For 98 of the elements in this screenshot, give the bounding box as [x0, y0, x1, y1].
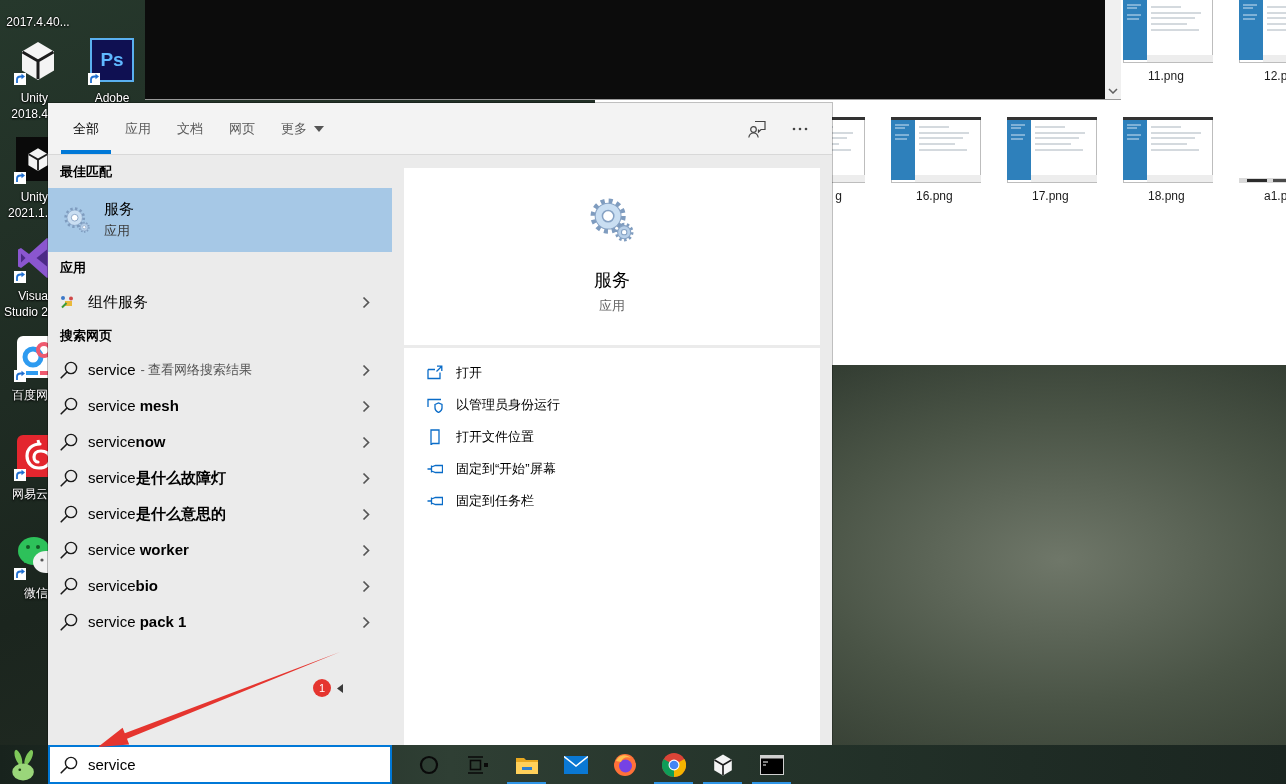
color-wheel-icon: [661, 752, 686, 777]
filter-tab[interactable]: 全部: [61, 103, 111, 154]
icon-label: 微信: [23, 585, 48, 601]
search-icon: [60, 469, 78, 487]
search-icon: [60, 613, 78, 631]
screenshot-thumbnail[interactable]: [891, 117, 981, 183]
gears-icon: [590, 198, 634, 242]
flame-globe-icon: [612, 752, 637, 777]
web-search-item[interactable]: service是什么故障灯: [48, 460, 392, 496]
scroll-down-icon[interactable]: [1108, 88, 1118, 94]
more-options-icon[interactable]: [792, 126, 808, 131]
cube-logo-icon: [711, 753, 734, 776]
chevron-icon: [362, 615, 370, 629]
search-icon: [60, 433, 78, 451]
search-suggestion: servicenow: [88, 431, 166, 452]
web-search-item[interactable]: service - 查看网络搜索结果: [48, 352, 392, 388]
swirl-logo-icon[interactable]: [16, 434, 48, 478]
filter-tab[interactable]: 应用: [113, 103, 163, 154]
result-type: 应用: [104, 222, 131, 240]
filter-tab[interactable]: 网页: [217, 103, 267, 154]
component-icon: [60, 295, 74, 309]
chevron-icon: [362, 579, 370, 593]
file-name: 18.png: [1148, 188, 1185, 205]
search-suggestion: service pack 1: [88, 611, 187, 632]
terminal-icon: [759, 754, 784, 775]
icon-label: 百度网: [11, 387, 48, 403]
document-icon: [427, 429, 443, 445]
chevron-icon: [362, 295, 370, 309]
file-name: a1.p: [1264, 188, 1286, 205]
chevron-icon: [362, 471, 370, 485]
web-search-item[interactable]: service worker: [48, 532, 392, 568]
chevron-icon: [362, 507, 370, 521]
web-search-item[interactable]: servicenow: [48, 424, 392, 460]
chevron-icon: [362, 399, 370, 413]
icon-label: Unity 2018.4: [10, 90, 48, 122]
screenshot-thumbnail[interactable]: [1123, 117, 1213, 183]
pointer-triangle-icon: [337, 684, 343, 693]
search-icon: [60, 577, 78, 595]
icon-label: Visua Studio 2: [2, 288, 48, 320]
web-search-item[interactable]: servicebio: [48, 568, 392, 604]
cube-logo-icon[interactable]: [16, 137, 48, 181]
chevron-icon: [362, 435, 370, 449]
feedback-icon[interactable]: [748, 119, 766, 138]
screenshot-thumbnail[interactable]: [1123, 0, 1213, 63]
envelope-icon: [563, 755, 588, 774]
app-title: 服务: [594, 269, 630, 292]
filter-tab[interactable]: 更多: [269, 103, 336, 154]
search-suggestion: service worker: [88, 539, 189, 560]
action-item[interactable]: 固定到任务栏: [404, 485, 534, 517]
section-header: 应用: [59, 259, 87, 277]
web-search-item[interactable]: service mesh: [48, 388, 392, 424]
open-window-icon: [427, 365, 443, 381]
search-icon: [60, 541, 78, 559]
shield-icon: [427, 397, 443, 413]
search-field[interactable]: service: [48, 745, 392, 784]
action-item[interactable]: 以管理员身份运行: [404, 389, 560, 421]
search-suggestion: servicebio: [88, 575, 158, 596]
search-result[interactable]: 组件服务: [48, 284, 392, 320]
chevron-icon: [362, 543, 370, 557]
app-type: 应用: [599, 297, 625, 315]
search-icon: [60, 505, 78, 523]
search-suggestion: service: [88, 359, 136, 380]
search-result[interactable]: 服务 应用: [48, 188, 392, 252]
scrollbar[interactable]: [1105, 0, 1121, 99]
icon-label: 2017.4.40...: [6, 14, 70, 30]
result-title: 组件服务: [88, 291, 149, 312]
action-item[interactable]: 固定到“开始”屏幕: [404, 453, 556, 485]
gears-icon: [64, 207, 90, 233]
file-name: g: [834, 188, 842, 205]
ring-icon: [418, 754, 439, 775]
web-search-item[interactable]: service是什么意思的: [48, 496, 392, 532]
icon-label: Unity 2021.1.: [6, 189, 48, 221]
filter-tab[interactable]: 文档: [165, 103, 215, 154]
file-name: 16.png: [916, 188, 953, 205]
section-header: 最佳匹配: [59, 163, 113, 181]
file-name: 17.png: [1032, 188, 1069, 205]
section-header: 搜索网页: [59, 327, 113, 345]
action-item[interactable]: 打开: [404, 357, 482, 389]
icon-label: Adobe: [94, 90, 130, 106]
result-title: 服务: [104, 199, 134, 219]
screenshot-thumbnail[interactable]: [832, 117, 865, 183]
search-hint: - 查看网络搜索结果: [140, 361, 253, 380]
search-icon: [60, 361, 78, 379]
file-name: 12.p: [1264, 68, 1286, 85]
search-icon: [60, 755, 78, 774]
search-suggestion: service是什么意思的: [88, 503, 226, 524]
action-item[interactable]: 打开文件位置: [404, 421, 534, 453]
file-name: 11.png: [1148, 68, 1184, 85]
screenshot-thumbnail[interactable]: [1007, 117, 1097, 183]
task-view-icon: [467, 755, 488, 774]
web-search-item[interactable]: service pack 1: [48, 604, 392, 640]
icon-label: 网易云: [11, 486, 48, 502]
search-suggestion: service是什么故障灯: [88, 467, 226, 488]
search-suggestion: service mesh: [88, 395, 179, 416]
search-icon: [60, 397, 78, 415]
ps-logo-icon[interactable]: Ps: [90, 38, 134, 82]
chevron-icon: [362, 363, 370, 377]
rings-logo-icon[interactable]: [16, 335, 48, 379]
